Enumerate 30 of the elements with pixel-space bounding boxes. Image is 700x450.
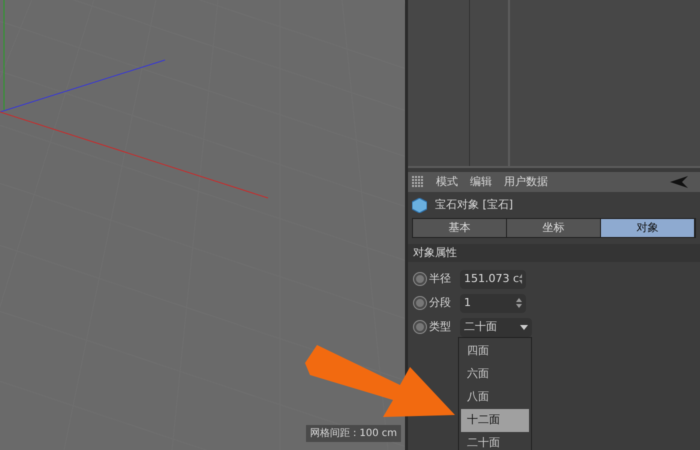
menu-item[interactable]: 用户数据 [504,174,548,190]
section-header: 对象属性 [408,244,700,262]
dropdown-option[interactable]: 四面 [461,340,529,363]
3d-viewport[interactable]: 网格间距 : 100 cm [0,0,405,450]
tab[interactable]: 对象 [601,219,695,237]
number-field[interactable]: 151.073 c [460,270,526,288]
radio-button[interactable] [414,321,426,333]
spinner-arrows-icon[interactable] [519,274,522,284]
field-label: 类型 [429,318,452,335]
back-arrow-icon[interactable] [670,176,688,188]
menu-item[interactable]: 模式 [436,174,458,190]
dropdown-option[interactable]: 二十面 [461,432,529,450]
gem-icon [412,198,427,212]
spinner-arrows-icon[interactable] [516,298,522,308]
field-label: 分段 [429,294,452,311]
object-title: 宝石对象 [宝石] [435,196,514,213]
number-field[interactable]: 1 [460,294,526,312]
radio-button[interactable] [414,273,426,285]
grid-spacing-label: 网格间距 : 100 cm [306,425,401,442]
tab[interactable]: 基本 [413,219,507,237]
dropdown-option[interactable]: 六面 [461,363,529,386]
dropdown-option[interactable]: 八面 [461,386,529,409]
field-label: 半径 [429,270,452,287]
caret-icon [520,324,528,330]
tab[interactable]: 坐标 [507,219,601,237]
type-dropdown[interactable]: 二十面 [460,318,532,336]
dropdown-option[interactable]: 十二面 [461,409,529,432]
radio-button[interactable] [414,297,426,309]
menu-item[interactable]: 编辑 [470,174,492,190]
grip-icon [412,176,424,188]
